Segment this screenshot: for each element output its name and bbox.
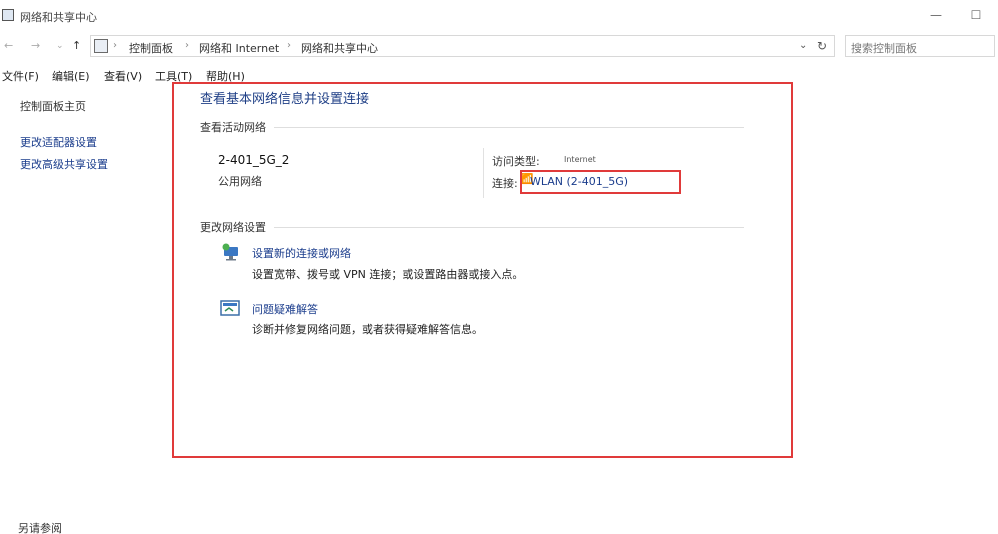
refresh-icon[interactable]: ↻ [817, 39, 827, 53]
annotation-connection-highlight [520, 170, 681, 194]
breadcrumb-network-sharing-center[interactable]: 网络和共享中心 [301, 40, 378, 56]
menu-file[interactable]: 文件(F) [2, 68, 39, 84]
window-title: 网络和共享中心 [20, 11, 97, 24]
control-panel-home-link[interactable]: 控制面板主页 [20, 98, 86, 114]
search-input[interactable]: 搜索控制面板 [845, 35, 995, 57]
address-path-box[interactable]: › 控制面板 › 网络和 Internet › 网络和共享中心 ⌄ ↻ [90, 35, 835, 57]
forward-button[interactable]: → [31, 39, 40, 52]
up-button[interactable]: ↑ [72, 39, 81, 52]
minimize-button[interactable]: — [916, 4, 956, 26]
back-button[interactable]: ← [4, 39, 13, 52]
title-bar: 网络和共享中心 — ☐ [0, 0, 998, 32]
menu-view[interactable]: 查看(V) [104, 68, 142, 84]
breadcrumb-separator: › [287, 40, 291, 51]
change-adapter-settings-link[interactable]: 更改适配器设置 [20, 134, 97, 150]
maximize-button[interactable]: ☐ [956, 4, 996, 26]
breadcrumb-separator: › [185, 40, 189, 51]
chevron-down-icon[interactable]: ⌄ [799, 40, 807, 51]
see-also-heading: 另请参阅 [18, 522, 62, 534]
address-bar: ← → ⌄ ↑ › 控制面板 › 网络和 Internet › 网络和共享中心 … [0, 32, 998, 60]
change-advanced-sharing-link[interactable]: 更改高级共享设置 [20, 156, 108, 172]
breadcrumb-control-panel[interactable]: 控制面板 [129, 40, 173, 56]
breadcrumb-network-internet[interactable]: 网络和 Internet [199, 40, 279, 56]
menu-edit[interactable]: 编辑(E) [52, 68, 90, 84]
search-placeholder: 搜索控制面板 [851, 42, 917, 55]
control-panel-icon [94, 39, 108, 53]
network-icon [2, 9, 14, 21]
annotation-highlight-box [172, 82, 793, 458]
recent-locations-button[interactable]: ⌄ [56, 41, 64, 51]
breadcrumb-separator: › [113, 40, 117, 51]
